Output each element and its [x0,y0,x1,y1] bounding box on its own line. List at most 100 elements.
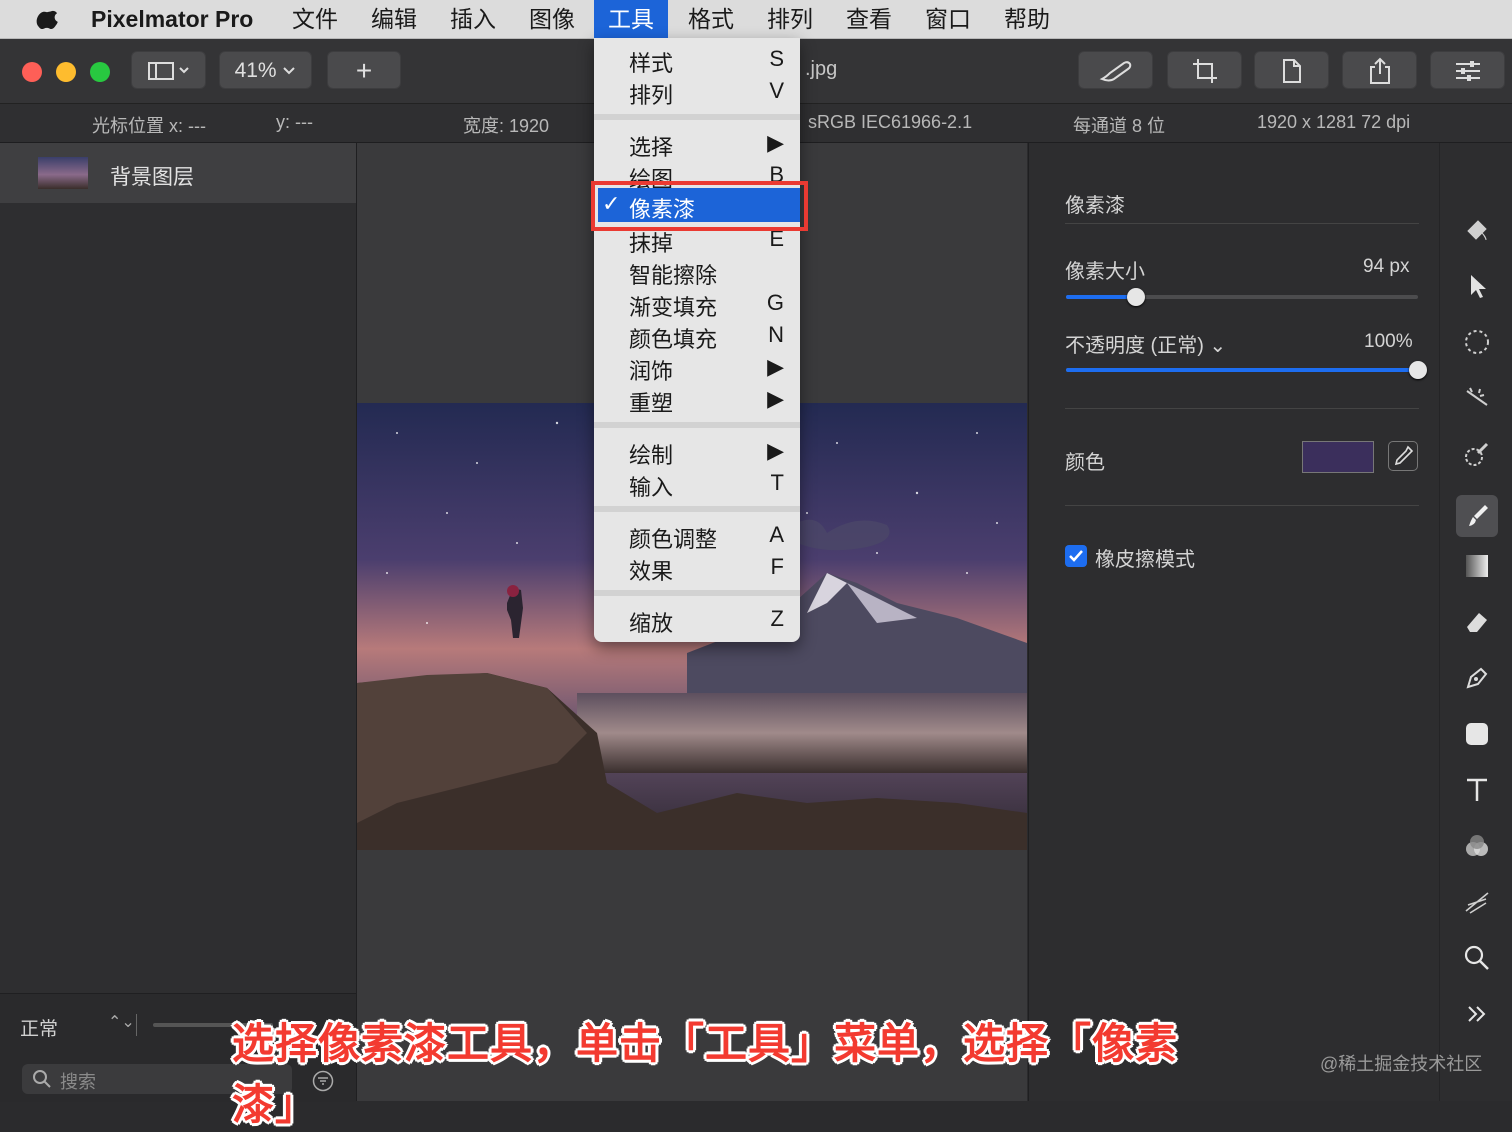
color-profile-readout: sRGB IEC61966-2.1 [808,112,973,132]
document-icon [1282,59,1301,84]
minimize-window-button[interactable] [56,62,76,82]
menu-file[interactable]: 文件 [278,0,352,38]
eyedropper-button[interactable] [1388,441,1418,471]
menu-separator [594,506,800,512]
menu-item-smart-erase[interactable]: 智能擦除 [594,256,800,288]
more-tools-button[interactable] [1456,999,1498,1041]
opacity-slider-knob[interactable] [1409,361,1427,379]
tool-arrange[interactable] [1456,271,1498,313]
pen-nib-icon [1466,667,1488,689]
menu-item-select[interactable]: 选择 ▶ [594,128,800,160]
menu-item-color-fill[interactable]: 颜色填充 N [594,320,800,352]
crop-button[interactable] [1167,51,1242,89]
tool-type[interactable] [1456,775,1498,817]
apple-menu[interactable] [22,0,74,38]
paint-bucket-icon [1467,220,1487,241]
tool-shape[interactable] [1456,719,1498,761]
share-button[interactable] [1342,51,1417,89]
menu-edit[interactable]: 编辑 [357,0,431,38]
menu-item-type[interactable]: 输入 T [594,468,800,500]
menu-image[interactable]: 图像 [515,0,589,38]
opacity-value[interactable]: 100% [1364,331,1413,353]
tool-color-adjust[interactable] [1456,831,1498,873]
menu-item-retouch[interactable]: 润饰 ▶ [594,352,800,384]
separator [1065,223,1419,224]
eraser-mode-checkbox[interactable] [1065,545,1087,567]
crop-icon [1192,59,1217,84]
eraser-mode-label: 橡皮擦模式 [1095,549,1195,571]
share-icon [1369,58,1390,85]
color-label: 颜色 [1065,452,1105,474]
zoom-level-button[interactable]: 41% [219,51,312,89]
tool-effects[interactable] [1456,887,1498,929]
close-window-button[interactable] [22,62,42,82]
width-readout: 宽度: 1920 [463,116,550,136]
tool-gradient[interactable] [1456,551,1498,593]
layer-thumbnail [38,157,88,189]
tool-zoom[interactable] [1456,943,1498,985]
tool-style[interactable] [1456,215,1498,257]
menu-item-effects[interactable]: 效果 F [594,552,800,584]
pixel-size-value[interactable]: 94 px [1363,256,1409,278]
menu-item-zoom[interactable]: 缩放 Z [594,604,800,636]
search-icon [33,1070,51,1088]
menu-help[interactable]: 帮助 [990,0,1064,38]
menu-item-gradient-fill[interactable]: 渐变填充 G [594,288,800,320]
menu-item-style[interactable]: 样式 S [594,44,800,76]
color-swatch[interactable] [1302,441,1374,473]
annotation-highlight-box [591,181,808,231]
menu-bar: Pixelmator Pro 文件 编辑 插入 图像 工具 格式 排列 查看 窗… [0,0,1512,39]
dimensions-readout: 1920 x 1281 72 dpi [1257,112,1411,132]
tool-quick-select[interactable] [1456,439,1498,481]
sliders-icon [1455,61,1480,82]
layer-name: 背景图层 [110,166,194,189]
brush-select-icon [1465,442,1489,466]
up-down-arrows-icon: ⌃⌄ [108,1014,135,1031]
pixel-size-slider-knob[interactable] [1127,288,1145,306]
menu-item-draw[interactable]: 绘制 ▶ [594,436,800,468]
inspector-panel: 像素漆 像素大小 94 px 不透明度 (正常) ⌄ 100% 颜色 橡皮擦模式 [1028,143,1439,1101]
brush-stroke-icon [1099,61,1131,82]
text-t-icon [1467,778,1487,801]
blend-mode-select[interactable]: 正常 [20,1014,58,1041]
opacity-slider-fill [1066,368,1418,372]
tool-magic-select[interactable] [1456,383,1498,425]
menu-insert[interactable]: 插入 [436,0,510,38]
layers-panel: 背景图层 正常 ⌃⌄ 搜索 [0,143,357,1102]
menu-tools[interactable]: 工具 [594,0,668,38]
tool-options-button[interactable] [1078,51,1153,89]
menu-arrange[interactable]: 排列 [753,0,827,38]
opacity-label[interactable]: 不透明度 (正常) ⌄ [1065,329,1226,358]
menu-separator [594,590,800,596]
inspector-title: 像素漆 [1065,195,1125,217]
separator [1065,505,1419,506]
pixel-size-slider-fill [1066,295,1136,299]
bit-depth-readout: 每通道 8 位 [1073,116,1166,136]
add-button[interactable]: + [327,51,401,89]
app-menu[interactable]: Pixelmator Pro [77,0,267,38]
tool-pixel-paint[interactable] [1456,495,1498,537]
layer-row[interactable]: 背景图层 [0,143,356,203]
menu-item-color-adjust[interactable]: 颜色调整 A [594,520,800,552]
menu-window[interactable]: 窗口 [911,0,985,38]
tool-eraser[interactable] [1456,607,1498,649]
color-circles-icon [1466,835,1488,856]
divider [136,1014,137,1036]
tool-pen[interactable] [1456,663,1498,705]
cursor-y-readout: y: --- [276,112,313,132]
apple-icon [36,10,58,29]
menu-item-arrange[interactable]: 排列 V [594,76,800,108]
chevron-down-icon [283,67,296,75]
gradient-icon [1466,555,1488,577]
zoom-window-button[interactable] [90,62,110,82]
sidebar-toggle-button[interactable] [131,51,206,89]
document-button[interactable] [1254,51,1329,89]
adjustments-button[interactable] [1430,51,1505,89]
menu-item-reshape[interactable]: 重塑 ▶ [594,384,800,416]
tool-selection[interactable] [1456,327,1498,369]
search-placeholder: 搜索 [60,1072,96,1092]
eraser-icon [1467,613,1487,632]
tools-column [1439,143,1512,1101]
menu-view[interactable]: 查看 [832,0,906,38]
menu-format[interactable]: 格式 [674,0,748,38]
